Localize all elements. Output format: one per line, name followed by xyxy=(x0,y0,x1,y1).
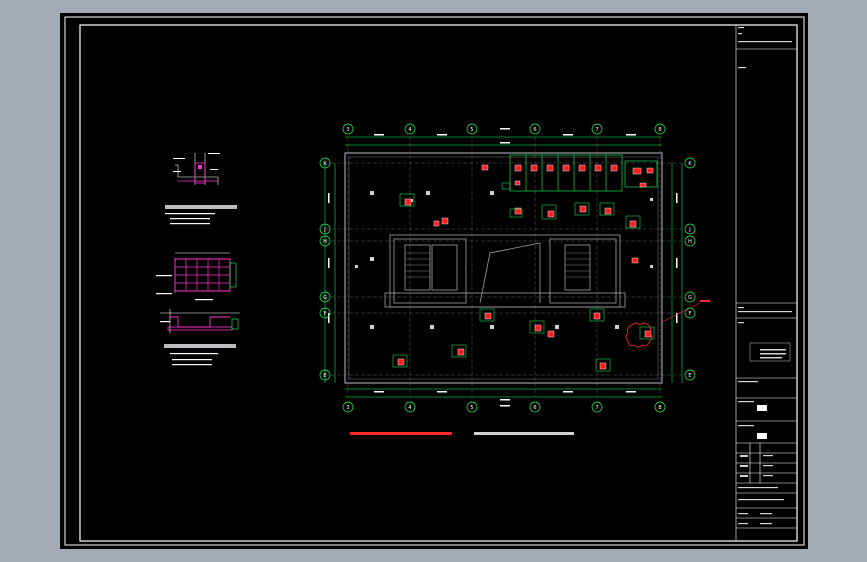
grid-row-label: H xyxy=(323,239,327,245)
grid-bubbles xyxy=(319,123,696,413)
grid-col-label: 8 xyxy=(658,405,661,411)
cad-drawing: 3 4 5 6 7 8 3 4 5 6 7 8 K J H G F E K J … xyxy=(64,16,805,546)
grid-row-label: J xyxy=(688,227,690,233)
building-outline xyxy=(344,152,663,384)
grid-col-label: 7 xyxy=(595,127,598,133)
grid-row-label: K xyxy=(688,161,692,167)
detail-1 xyxy=(165,153,237,225)
plan-note xyxy=(350,432,452,435)
detail-3 xyxy=(160,299,240,366)
grid-col-label: 3 xyxy=(346,405,349,411)
grid-col-label: 4 xyxy=(408,127,411,133)
grid-col-label: 3 xyxy=(346,127,349,133)
grid-col-label: 5 xyxy=(470,405,473,411)
grid-col-label: 7 xyxy=(595,405,598,411)
grid-col-label: 5 xyxy=(470,127,473,133)
grid-row-label: J xyxy=(323,227,325,233)
floor-plan: 3 4 5 6 7 8 3 4 5 6 7 8 K J H G F E K J … xyxy=(319,123,710,435)
grid-row-label: G xyxy=(323,295,327,301)
grid-row-label: E xyxy=(688,373,691,379)
title-block-text-lines xyxy=(738,27,792,525)
grid-row-label: E xyxy=(323,373,326,379)
detail-2 xyxy=(156,252,237,295)
grid-col-label: 8 xyxy=(658,127,661,133)
hatch-markers xyxy=(397,164,654,370)
outer-border xyxy=(64,16,805,546)
title-block xyxy=(735,25,797,541)
grid-col-label: 6 xyxy=(533,405,536,411)
grid-lines xyxy=(325,137,682,397)
stairs xyxy=(405,252,590,278)
grid-row-label: K xyxy=(323,161,327,167)
grid-row-label: F xyxy=(324,311,327,317)
grid-row-label: H xyxy=(688,239,692,245)
grid-col-label: 6 xyxy=(533,127,536,133)
grid-row-label: F xyxy=(689,311,692,317)
grid-row-label: G xyxy=(688,295,692,301)
plan-title xyxy=(474,432,574,435)
cad-viewport[interactable]: 3 4 5 6 7 8 3 4 5 6 7 8 K J H G F E K J … xyxy=(60,13,808,549)
grid-col-label: 4 xyxy=(408,405,411,411)
dimension-lines xyxy=(324,136,683,398)
